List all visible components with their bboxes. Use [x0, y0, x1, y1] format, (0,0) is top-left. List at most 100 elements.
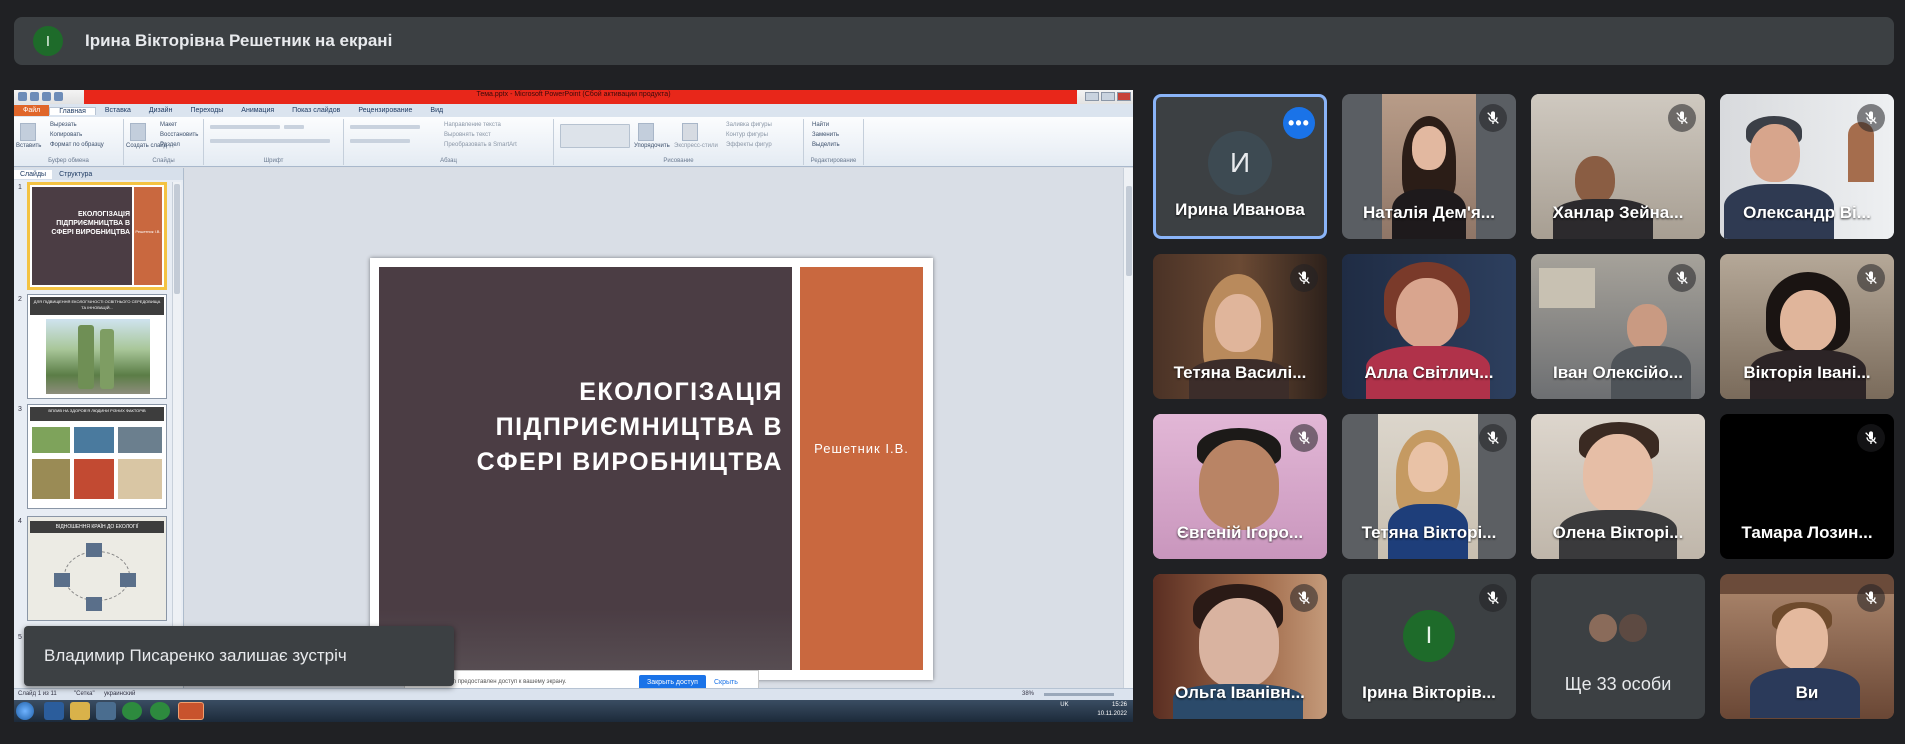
- presenting-text: Ірина Вікторівна Решетник на екрані: [85, 31, 393, 50]
- notification-text: Владимир Писаренко залишає зустріч: [44, 646, 347, 665]
- mic-off-icon: [1857, 584, 1885, 612]
- tab-file: Файл: [14, 105, 50, 116]
- tab-home: Главная: [49, 106, 96, 115]
- drawing-group-label: Рисование: [663, 158, 694, 164]
- powerpoint-taskbar-icon: [178, 702, 204, 720]
- slide-author: Решетник І.В.: [814, 441, 909, 456]
- participant-tile[interactable]: Тетяна Вікторі...: [1342, 414, 1516, 559]
- slide-thumbnail: ЕКОЛОГІЗАЦІЯ ПІДПРИЄМНИЦТВА В СФЕРІ ВИРО…: [27, 182, 167, 290]
- maximize-icon: [1101, 92, 1115, 101]
- pane-tabs: Слайды Структура: [14, 168, 183, 180]
- media-icon: [96, 702, 116, 720]
- participant-name: Ирина Иванова: [1175, 200, 1305, 219]
- slide-author-panel: Решетник І.В.: [800, 267, 923, 670]
- cut-label: Вырезать: [50, 122, 77, 128]
- quick-styles-label: Экспресс-стили: [674, 143, 718, 149]
- slide-editor: ЕКОЛОГІЗАЦІЯ ПІДПРИЄМНИЦТВА В СФЕРІ ВИРО…: [185, 168, 1133, 688]
- participant-name: Ірина Вікторів...: [1362, 683, 1496, 702]
- ie-icon: [44, 702, 64, 720]
- participant-tile[interactable]: Ольга Іванівн...: [1153, 574, 1327, 719]
- paragraph-group: Направление текста Выровнять текст Преоб…: [344, 119, 554, 165]
- participant-name: Євгеній Ігоро...: [1176, 523, 1304, 542]
- language: украинский: [104, 691, 136, 697]
- slides-pane: Слайды Структура 1 ЕКОЛОГІЗАЦІЯ ПІДПРИЄМ…: [14, 168, 184, 688]
- format-painter-label: Формат по образцу: [50, 142, 104, 148]
- participant-tile[interactable]: Наталія Дем'я...: [1342, 94, 1516, 239]
- participant-tile[interactable]: Євгеній Ігоро...: [1153, 414, 1327, 559]
- keyboard-lang: UK: [1060, 702, 1069, 708]
- participant-tile[interactable]: Іван Олексійо...: [1531, 254, 1705, 399]
- participant-tile[interactable]: Олександр Ві...: [1720, 94, 1894, 239]
- find-label: Найти: [812, 122, 830, 128]
- current-slide: ЕКОЛОГІЗАЦІЯ ПІДПРИЄМНИЦТВА В СФЕРІ ВИРО…: [370, 258, 933, 680]
- font-name-box: [210, 125, 280, 129]
- arrange-label: Упорядочить: [634, 143, 670, 149]
- hide-link: Скрыть: [713, 678, 738, 686]
- tab-review: Рецензирование: [358, 107, 413, 114]
- start-button-icon: [16, 702, 34, 720]
- tab-transitions: Переходы: [190, 107, 224, 114]
- tab-view: Вид: [430, 107, 444, 114]
- copy-label: Копировать: [50, 132, 83, 138]
- thumb-number: 1: [18, 184, 22, 191]
- participant-tile[interactable]: Ханлар Зейна...: [1531, 94, 1705, 239]
- thumb-number: 3: [18, 406, 22, 413]
- slide-title: ЕКОЛОГІЗАЦІЯ ПІДПРИЄМНИЦТВА В СФЕРІ ВИРО…: [476, 378, 783, 476]
- windows-taskbar: UK 15:26 10.11.2022: [14, 700, 1133, 722]
- tab-insert: Вставка: [104, 107, 131, 114]
- participant-tile[interactable]: І Ірина Вікторів...: [1342, 574, 1516, 719]
- participant-avatar: И: [1208, 131, 1272, 195]
- participant-name: Алла Світлич...: [1364, 363, 1494, 382]
- participant-name: Тетяна Василі...: [1173, 363, 1307, 382]
- participant-name: Ви: [1795, 683, 1819, 702]
- ppt-titlebar: Тема.pptx - Microsoft PowerPoint (Сбой а…: [14, 90, 1133, 104]
- explorer-icon: [70, 702, 90, 720]
- mini-avatar: [1617, 612, 1649, 644]
- mic-off-icon: [1668, 264, 1696, 292]
- participant-tile[interactable]: И ••• Ирина Иванова: [1153, 94, 1327, 239]
- more-participants-tile[interactable]: Ще 33 особи: [1531, 574, 1705, 719]
- leave-notification: Владимир Писаренко залишає зустріч: [24, 626, 454, 686]
- slide-counter: Слайд 1 из 11: [18, 691, 57, 697]
- participant-name: Тамара Лозин...: [1741, 523, 1873, 542]
- participant-tile[interactable]: Ви: [1720, 574, 1894, 719]
- ribbon-tabs: Файл Главная Вставка Дизайн Переходы Ани…: [14, 104, 1133, 117]
- slides-group: Создать слайд Макет Восстановить Раздел …: [124, 119, 204, 165]
- slide-thumbnail: ДЛЯ ПІДВИЩЕННЯ ЕКОЛОГІЧНОСТІ ОСВІТНЬОГО …: [27, 294, 167, 399]
- text-direction-label: Направление текста: [444, 122, 501, 128]
- arrange-icon: [638, 123, 654, 141]
- participant-name: Вікторія Івані...: [1743, 363, 1871, 382]
- mic-off-icon: [1479, 104, 1507, 132]
- mic-off-icon: [1290, 264, 1318, 292]
- participant-tile[interactable]: Алла Світлич...: [1342, 254, 1516, 399]
- mic-off-icon: [1479, 424, 1507, 452]
- mic-off-icon: [1290, 424, 1318, 452]
- participant-tile[interactable]: Вікторія Івані...: [1720, 254, 1894, 399]
- participant-tile[interactable]: Тетяна Василі...: [1153, 254, 1327, 399]
- pane-scrollbar: [172, 182, 181, 682]
- smartart-label: Преобразовать в SmartArt: [444, 142, 517, 148]
- font-size-box: [284, 125, 304, 129]
- more-options-icon[interactable]: •••: [1283, 107, 1315, 139]
- participant-name: Наталія Дем'я...: [1363, 203, 1495, 222]
- presenting-banner: І Ірина Вікторівна Решетник на екрані: [14, 17, 1894, 65]
- chrome-icon: [150, 702, 170, 720]
- meet-window: І Ірина Вікторівна Решетник на екрані Те…: [0, 0, 1905, 744]
- editing-group-label: Редактирование: [810, 158, 857, 164]
- ribbon: Вставить Вырезать Копировать Формат по о…: [14, 117, 1133, 167]
- slide-title-panel: ЕКОЛОГІЗАЦІЯ ПІДПРИЄМНИЦТВА В СФЕРІ ВИРО…: [379, 267, 792, 670]
- thumb-title: ВПЛИВ НА ЗДОРОВ'Я ЛЮДИНИ РІЗНИХ ФАКТОРІВ: [30, 407, 164, 421]
- participant-tile[interactable]: Тамара Лозин...: [1720, 414, 1894, 559]
- font-format-buttons: [210, 139, 330, 143]
- replace-label: Заменить: [812, 132, 839, 138]
- participant-name: Тетяна Вікторі...: [1361, 523, 1497, 542]
- theme-name: "Сетка": [74, 691, 95, 697]
- chrome-icon: [122, 702, 142, 720]
- thumb-number: 5: [18, 634, 22, 641]
- mic-off-icon: [1479, 584, 1507, 612]
- quick-styles-icon: [682, 123, 698, 141]
- new-slide-icon: [130, 123, 146, 141]
- participant-tile[interactable]: Олена Вікторі...: [1531, 414, 1705, 559]
- align-buttons: [350, 139, 410, 143]
- slides-group-label: Слайды: [152, 158, 175, 164]
